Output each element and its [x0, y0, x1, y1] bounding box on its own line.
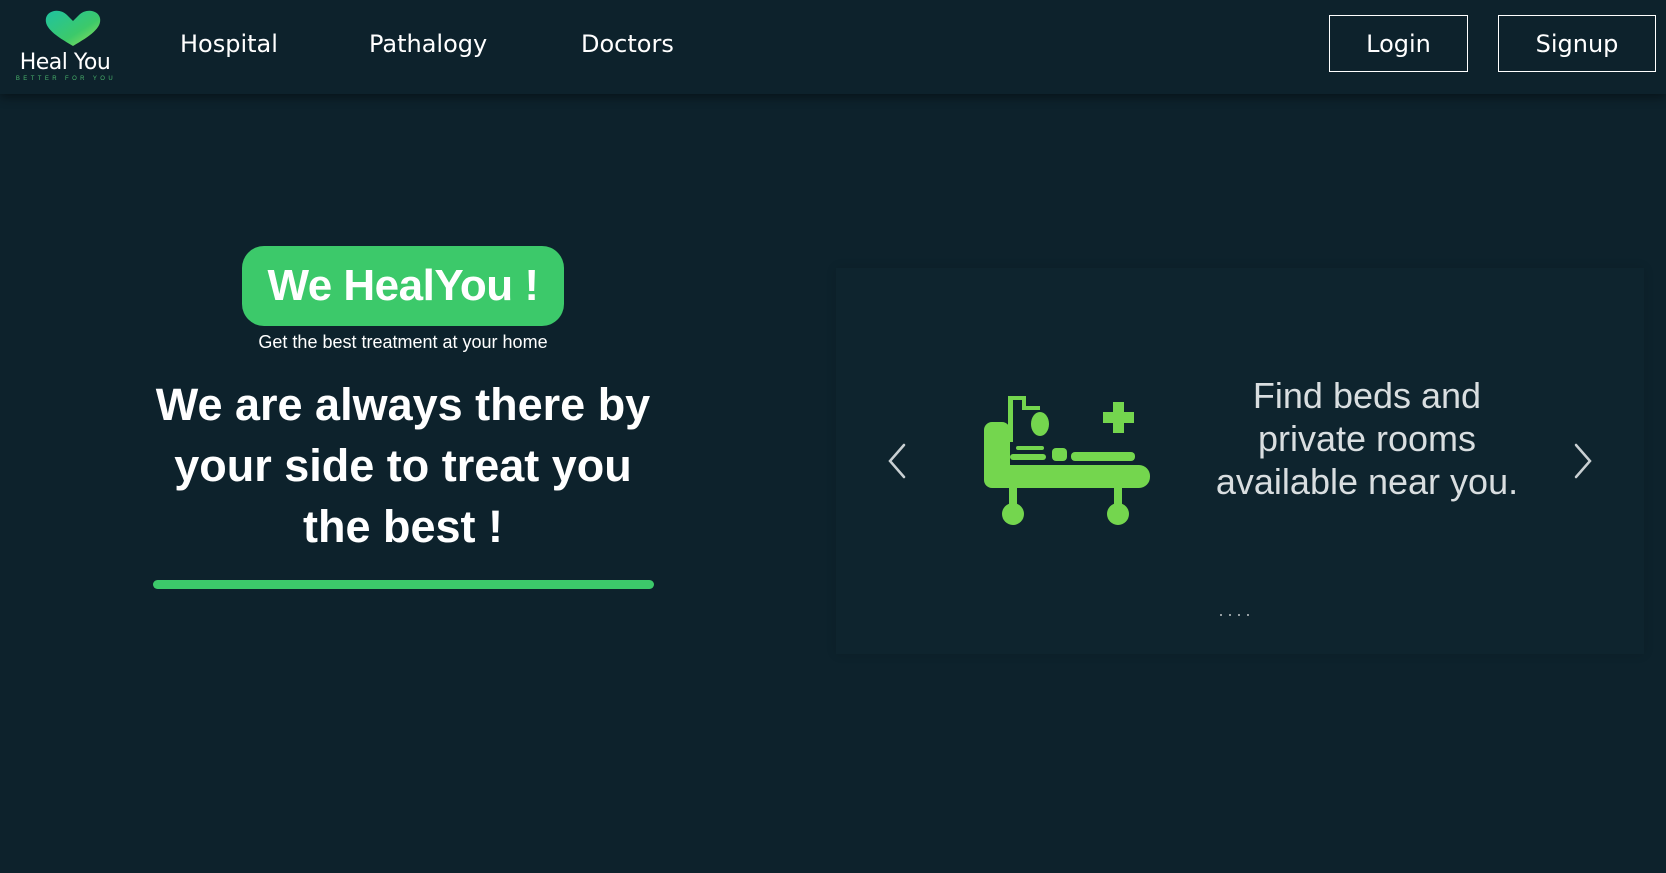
hero-badge: We HealYou ! — [242, 246, 564, 326]
carousel-dot[interactable] — [1229, 614, 1231, 616]
hero-underline-bar — [153, 580, 654, 589]
hero-headline: We are always there by your side to trea… — [155, 379, 651, 552]
nav-link-hospital[interactable]: Hospital — [180, 30, 278, 58]
chevron-left-icon — [888, 443, 906, 479]
carousel-next-button[interactable] — [1570, 440, 1598, 482]
heart-icon — [45, 10, 101, 46]
brand-name: Heal You — [19, 50, 111, 75]
carousel-dot[interactable] — [1238, 614, 1240, 616]
hospital-bed-icon — [984, 396, 1150, 525]
slide-caption: Find beds and private rooms available ne… — [1215, 375, 1519, 502]
carousel-indicators — [1220, 614, 1260, 618]
brand-tagline: BETTER FOR YOU — [15, 76, 117, 82]
top-navbar: Heal You BETTER FOR YOU Hospital Pathalo… — [0, 0, 1666, 94]
brand-logo[interactable]: Heal You BETTER FOR YOU — [8, 8, 128, 88]
nav-link-doctors[interactable]: Doctors — [581, 30, 674, 58]
nav-link-pathalogy[interactable]: Pathalogy — [369, 30, 487, 58]
carousel-prev-button[interactable] — [882, 440, 910, 482]
login-button[interactable]: Login — [1329, 15, 1468, 72]
feature-carousel: Find beds and private rooms available ne… — [836, 268, 1644, 654]
carousel-dot[interactable] — [1247, 614, 1249, 616]
carousel-dot[interactable] — [1220, 614, 1222, 616]
signup-button[interactable]: Signup — [1498, 15, 1656, 72]
chevron-right-icon — [1574, 443, 1592, 479]
hero-tagline: Get the best treatment at your home — [258, 332, 548, 352]
